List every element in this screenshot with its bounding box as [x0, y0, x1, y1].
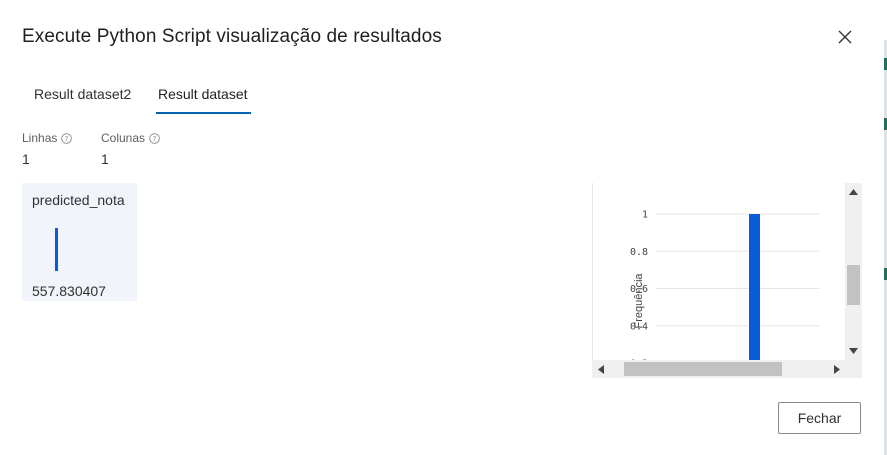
y-tick-label: 1 — [642, 210, 648, 221]
columns-stat: Colunas ? 1 — [101, 131, 160, 167]
horizontal-scroll-thumb[interactable] — [624, 362, 782, 376]
close-icon — [838, 30, 852, 44]
histogram-panel: 10.80.60.40.2Frequência — [592, 183, 863, 378]
vertical-scroll-thumb[interactable] — [847, 265, 860, 305]
close-dialog-button[interactable]: Fechar — [778, 402, 861, 434]
svg-text:?: ? — [65, 135, 69, 143]
help-icon[interactable]: ? — [149, 132, 160, 144]
close-button[interactable] — [836, 28, 854, 46]
column-value: 557.830407 — [32, 283, 106, 299]
column-card[interactable]: predicted_nota 557.830407 — [22, 183, 137, 301]
scroll-left-arrow[interactable] — [598, 365, 604, 374]
tab-result-dataset2[interactable]: Result dataset2 — [34, 82, 131, 116]
histogram-bar[interactable] — [749, 214, 760, 378]
column-name: predicted_nota — [32, 192, 125, 208]
horizontal-scrollbar[interactable] — [592, 360, 862, 378]
tab-result-dataset[interactable]: Result dataset — [156, 82, 250, 116]
rows-value: 1 — [22, 151, 30, 167]
y-axis-label: Frequência — [633, 273, 645, 329]
scroll-right-arrow[interactable] — [834, 365, 840, 374]
svg-text:?: ? — [153, 135, 157, 143]
y-tick-label: 0.8 — [630, 247, 648, 258]
vertical-scrollbar[interactable] — [845, 183, 862, 360]
dialog-title: Execute Python Script visualização de re… — [22, 26, 442, 47]
rows-stat: Linhas ? 1 — [22, 131, 73, 167]
histogram-chart: 10.80.60.40.2Frequência — [630, 210, 819, 378]
help-icon[interactable]: ? — [61, 132, 73, 144]
scroll-down-arrow[interactable] — [849, 348, 858, 354]
scroll-up-arrow[interactable] — [849, 189, 858, 195]
column-sparkline — [55, 228, 58, 271]
columns-value: 1 — [101, 151, 109, 167]
rows-label: Linhas — [22, 131, 58, 145]
columns-label: Colunas — [101, 131, 146, 145]
